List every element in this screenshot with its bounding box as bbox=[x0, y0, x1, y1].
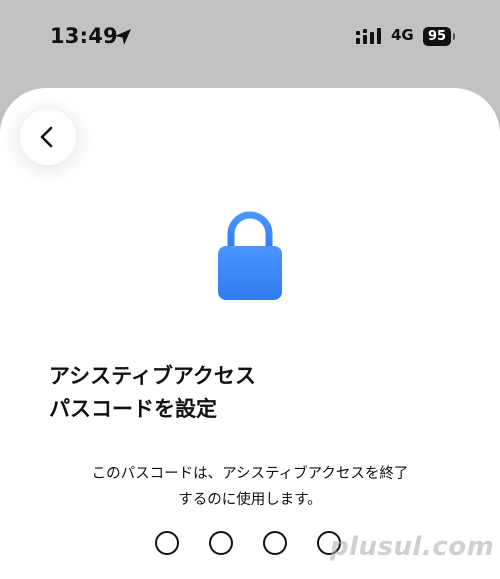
passcode-dot-1 bbox=[155, 531, 179, 555]
watermark: plusul.com bbox=[330, 532, 495, 562]
page-title: アシスティブアクセス パスコードを設定 bbox=[49, 364, 256, 421]
status-time: 13:49 bbox=[50, 24, 118, 48]
location-arrow-icon bbox=[115, 29, 131, 45]
lock-icon bbox=[218, 211, 282, 300]
chevron-left-icon bbox=[40, 126, 53, 148]
passcode-indicator bbox=[155, 531, 345, 555]
passcode-dot-3 bbox=[263, 531, 287, 555]
battery-indicator: 95 bbox=[423, 27, 451, 46]
status-bar: 13:49 4G 95 bbox=[0, 0, 500, 80]
network-type: 4G bbox=[391, 26, 414, 44]
signal-bars-icon bbox=[356, 28, 381, 44]
battery-tip bbox=[453, 33, 455, 40]
back-button[interactable] bbox=[20, 109, 76, 165]
passcode-dot-2 bbox=[209, 531, 233, 555]
passcode-description: このパスコードは、アシスティブアクセスを終了 するのに使用します。 bbox=[91, 466, 409, 508]
